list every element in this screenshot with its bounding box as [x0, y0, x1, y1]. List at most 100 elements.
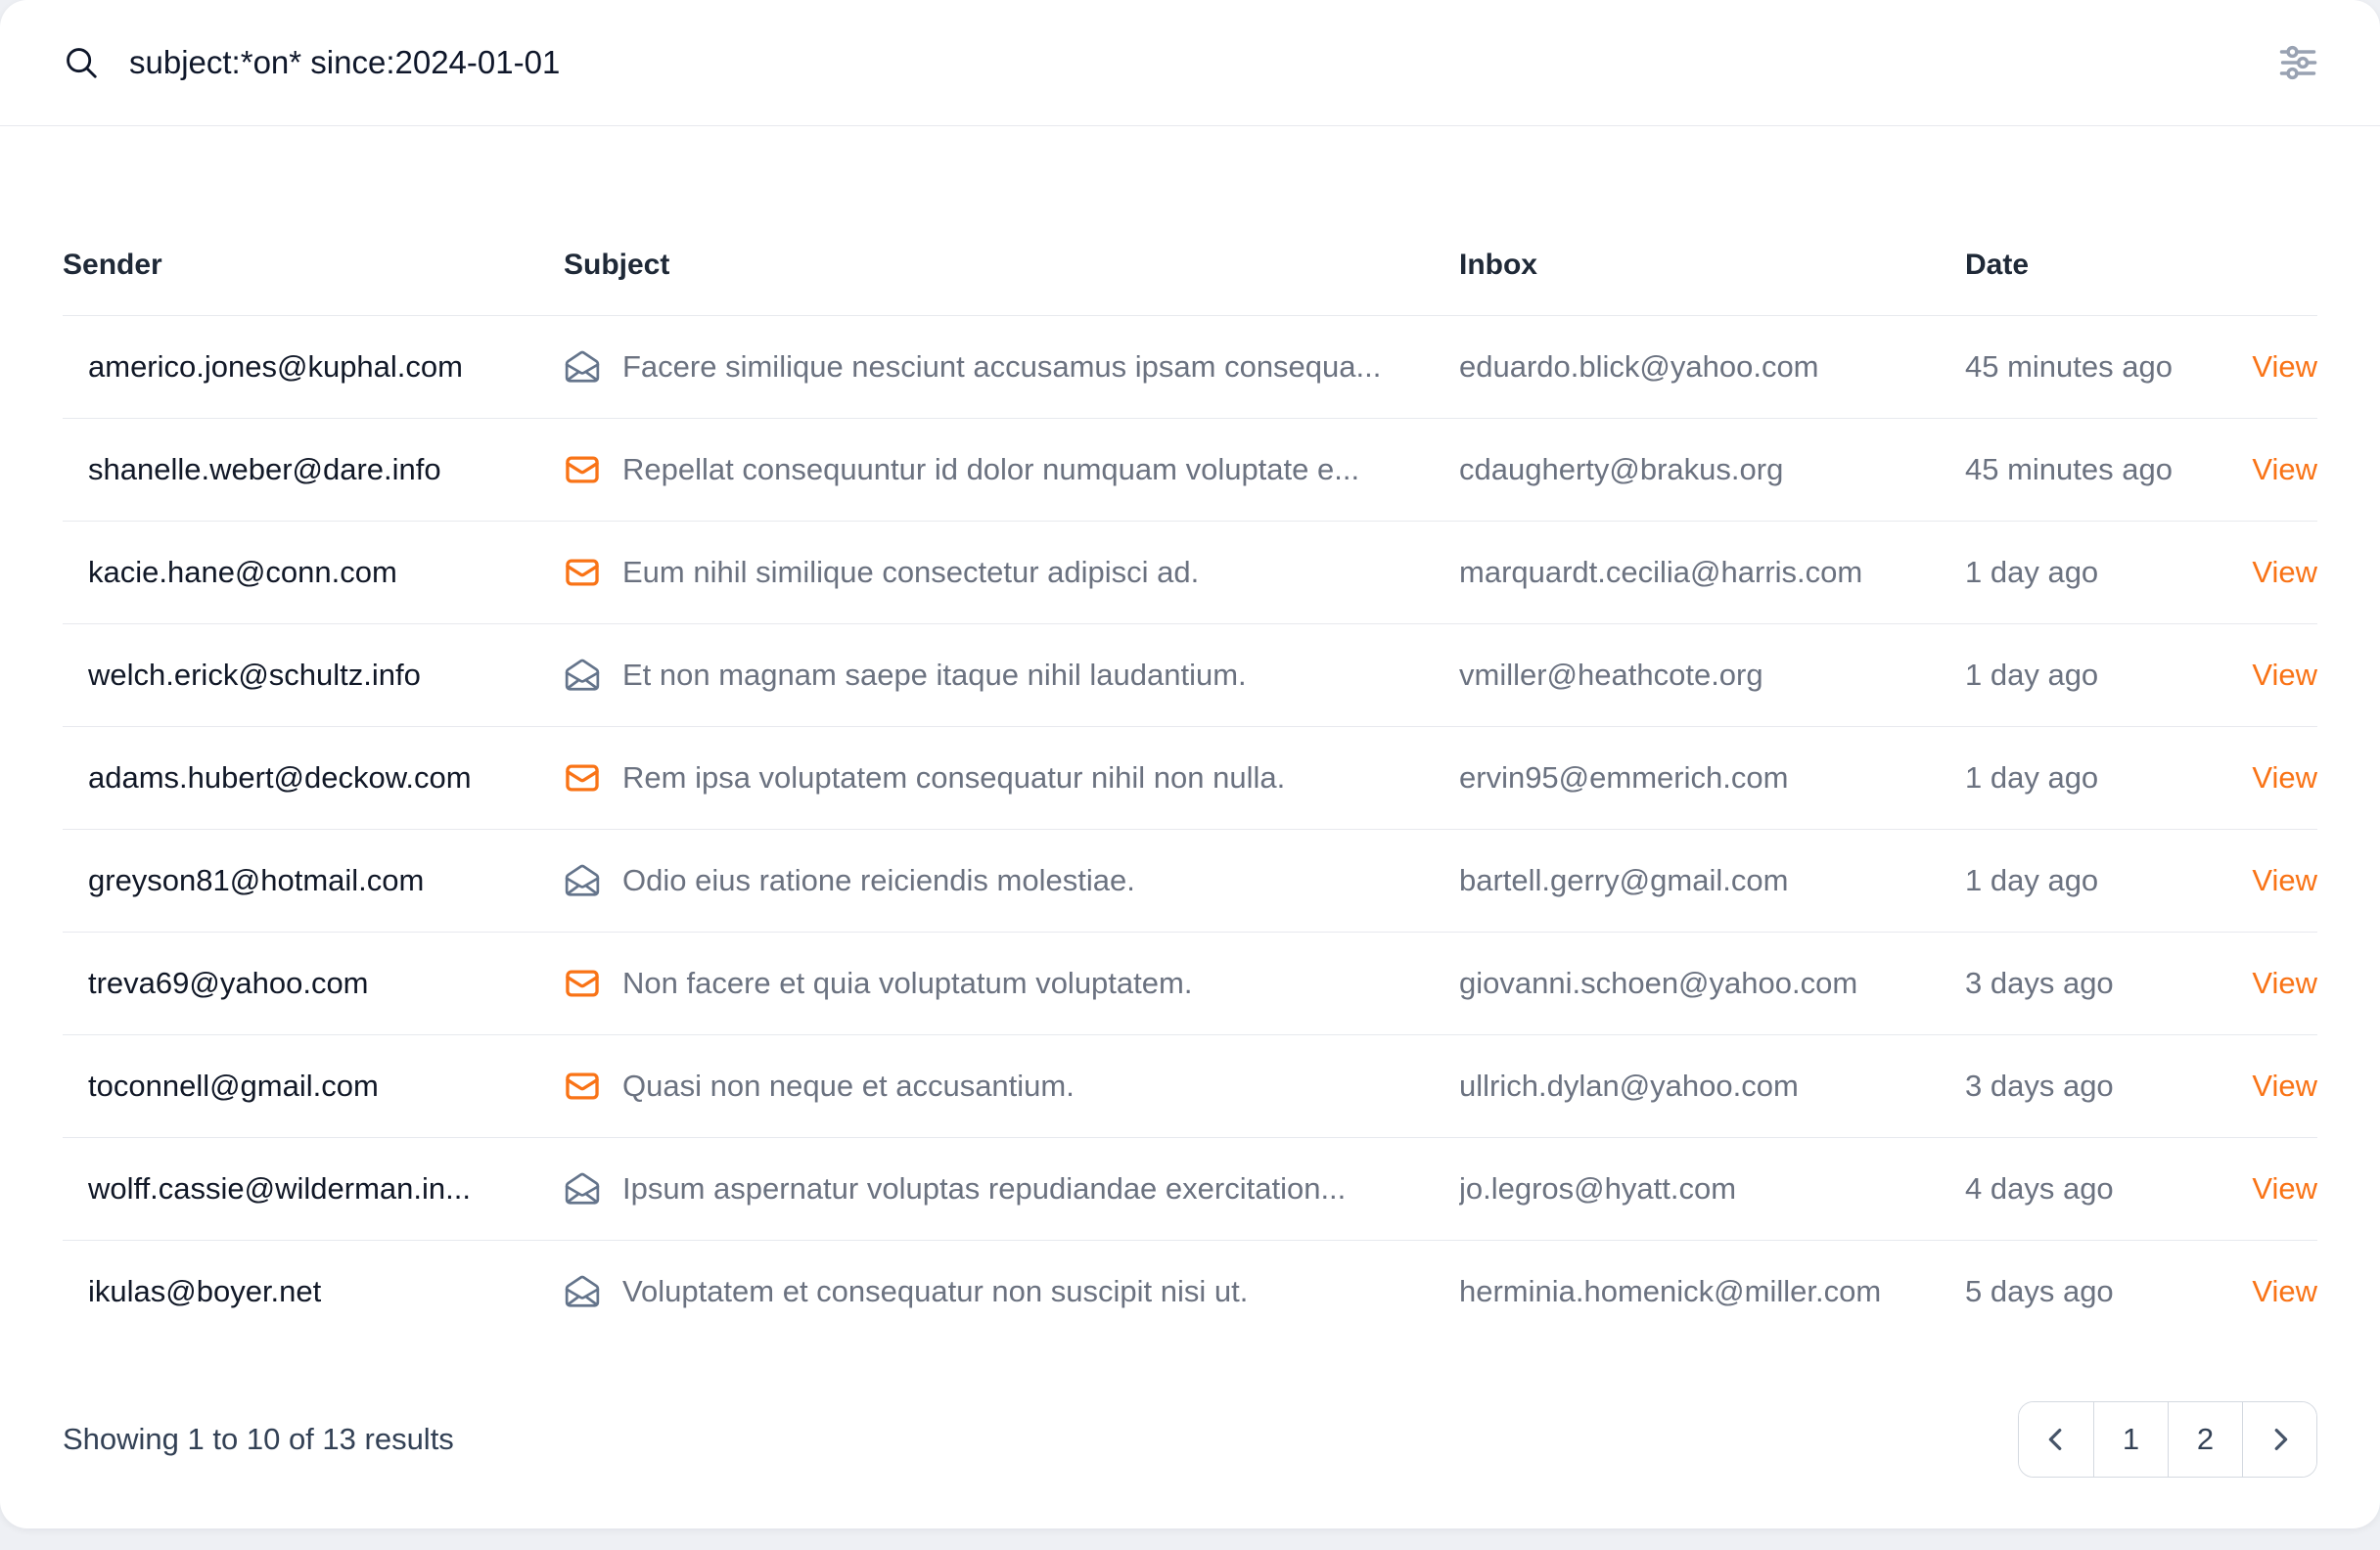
subject-cell: Odio eius ratione reiciendis molestiae. [564, 829, 1459, 932]
sender-cell: ikulas@boyer.net [63, 1240, 564, 1343]
subject-text: Voluptatem et consequatur non suscipit n… [622, 1274, 1248, 1309]
actions-cell: View [2190, 726, 2317, 829]
sender-cell: kacie.hane@conn.com [63, 521, 564, 623]
view-link[interactable]: View [2252, 966, 2317, 1000]
email-row: adams.hubert@deckow.com [63, 726, 2317, 829]
subject-text: Facere similique nesciunt accusamus ipsa… [622, 349, 1381, 385]
sliders-icon [2276, 41, 2319, 84]
chevron-left-icon [2041, 1425, 2071, 1454]
date-cell: 1 day ago [1965, 623, 2190, 726]
inbox-cell: jo.legros@hyatt.com [1459, 1137, 1965, 1240]
date-cell: 1 day ago [1965, 829, 2190, 932]
actions-cell: View [2190, 932, 2317, 1034]
actions-cell: View [2190, 418, 2317, 521]
view-link[interactable]: View [2252, 452, 2317, 486]
email-row: americo.jones@kuphal.com [63, 315, 2317, 418]
inbox-card: Sender Subject Inbox Date americo.jones@… [0, 0, 2380, 1528]
actions-cell: View [2190, 1137, 2317, 1240]
subject-text: Ipsum aspernatur voluptas repudiandae ex… [622, 1171, 1346, 1207]
subject-text: Repellat consequuntur id dolor numquam v… [622, 452, 1359, 487]
envelope-closed-icon [564, 965, 601, 1002]
actions-cell: View [2190, 1034, 2317, 1137]
email-table-body: americo.jones@kuphal.com [63, 315, 2317, 1343]
subject-cell: Rem ipsa voluptatem consequatur nihil no… [564, 726, 1459, 829]
envelope-open-icon [564, 348, 601, 386]
envelope-open-icon [564, 657, 601, 694]
email-row: welch.erick@schultz.info [63, 623, 2317, 726]
sender-cell: americo.jones@kuphal.com [63, 315, 564, 418]
email-row: ikulas@boyer.net Volup [63, 1240, 2317, 1343]
subject-cell: Facere similique nesciunt accusamus ipsa… [564, 315, 1459, 418]
email-row: shanelle.weber@dare.info [63, 418, 2317, 521]
search-input[interactable] [129, 44, 2266, 81]
page-2-button[interactable]: 2 [2168, 1402, 2242, 1477]
view-link[interactable]: View [2252, 760, 2317, 795]
actions-cell: View [2190, 623, 2317, 726]
page-1-button[interactable]: 1 [2093, 1402, 2168, 1477]
filter-button[interactable] [2266, 31, 2329, 94]
actions-cell: View [2190, 829, 2317, 932]
envelope-open-icon [564, 1170, 601, 1208]
inbox-cell: vmiller@heathcote.org [1459, 623, 1965, 726]
email-row: toconnell@gmail.com Qu [63, 1034, 2317, 1137]
email-row: kacie.hane@conn.com Eu [63, 521, 2317, 623]
search-icon [63, 44, 100, 81]
sender-cell: adams.hubert@deckow.com [63, 726, 564, 829]
sender-cell: welch.erick@schultz.info [63, 623, 564, 726]
column-header-subject: Subject [564, 126, 1459, 315]
view-link[interactable]: View [2252, 1069, 2317, 1103]
view-link[interactable]: View [2252, 863, 2317, 897]
inbox-cell: cdaugherty@brakus.org [1459, 418, 1965, 521]
inbox-cell: eduardo.blick@yahoo.com [1459, 315, 1965, 418]
view-link[interactable]: View [2252, 349, 2317, 384]
subject-text: Odio eius ratione reiciendis molestiae. [622, 863, 1135, 898]
envelope-open-icon [564, 862, 601, 899]
view-link[interactable]: View [2252, 1171, 2317, 1206]
subject-cell: Ipsum aspernatur voluptas repudiandae ex… [564, 1137, 1459, 1240]
view-link[interactable]: View [2252, 555, 2317, 589]
date-cell: 3 days ago [1965, 1034, 2190, 1137]
subject-text: Non facere et quia voluptatum voluptatem… [622, 966, 1192, 1001]
actions-cell: View [2190, 1240, 2317, 1343]
sender-cell: wolff.cassie@wilderman.in... [63, 1137, 564, 1240]
date-cell: 45 minutes ago [1965, 418, 2190, 521]
sender-cell: greyson81@hotmail.com [63, 829, 564, 932]
actions-cell: View [2190, 315, 2317, 418]
next-page-button[interactable] [2242, 1402, 2316, 1477]
date-cell: 3 days ago [1965, 932, 2190, 1034]
footer: Showing 1 to 10 of 13 results 1 2 [0, 1343, 2380, 1478]
search-bar [0, 0, 2380, 126]
inbox-cell: ervin95@emmerich.com [1459, 726, 1965, 829]
subject-text: Rem ipsa voluptatem consequatur nihil no… [622, 760, 1285, 796]
sender-cell: treva69@yahoo.com [63, 932, 564, 1034]
subject-text: Eum nihil similique consectetur adipisci… [622, 555, 1199, 590]
results-summary: Showing 1 to 10 of 13 results [63, 1422, 454, 1457]
view-link[interactable]: View [2252, 1274, 2317, 1308]
sender-cell: toconnell@gmail.com [63, 1034, 564, 1137]
subject-cell: Eum nihil similique consectetur adipisci… [564, 521, 1459, 623]
envelope-closed-icon [564, 759, 601, 797]
envelope-closed-icon [564, 451, 601, 488]
subject-text: Quasi non neque et accusantium. [622, 1069, 1075, 1104]
email-list: Sender Subject Inbox Date americo.jones@… [0, 126, 2380, 1343]
email-row: greyson81@hotmail.com [63, 829, 2317, 932]
column-header-inbox: Inbox [1459, 126, 1965, 315]
envelope-closed-icon [564, 554, 601, 591]
actions-cell: View [2190, 521, 2317, 623]
envelope-open-icon [564, 1273, 601, 1310]
subject-cell: Repellat consequuntur id dolor numquam v… [564, 418, 1459, 521]
subject-cell: Voluptatem et consequatur non suscipit n… [564, 1240, 1459, 1343]
column-header-date: Date [1965, 126, 2190, 315]
inbox-cell: marquardt.cecilia@harris.com [1459, 521, 1965, 623]
date-cell: 45 minutes ago [1965, 315, 2190, 418]
view-link[interactable]: View [2252, 658, 2317, 692]
date-cell: 1 day ago [1965, 521, 2190, 623]
inbox-cell: ullrich.dylan@yahoo.com [1459, 1034, 1965, 1137]
pagination: 1 2 [2018, 1401, 2317, 1478]
subject-text: Et non magnam saepe itaque nihil laudant… [622, 658, 1247, 693]
date-cell: 5 days ago [1965, 1240, 2190, 1343]
inbox-cell: giovanni.schoen@yahoo.com [1459, 932, 1965, 1034]
previous-page-button[interactable] [2019, 1402, 2093, 1477]
column-header-actions [2190, 126, 2317, 315]
table-header-row: Sender Subject Inbox Date [63, 126, 2317, 315]
